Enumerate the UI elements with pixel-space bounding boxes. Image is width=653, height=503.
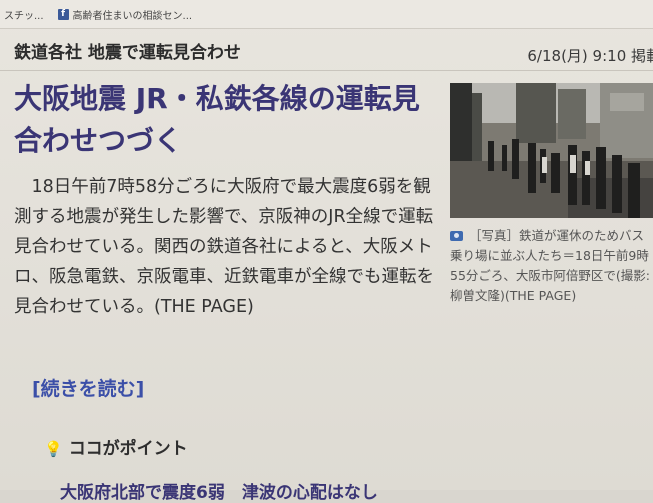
browser-screen: スチッ... f 高齢者住まいの相談セン... 鉄道各社 地震で運転見合わせ 6… <box>0 0 653 503</box>
bookmark-label: 高齢者住まいの相談セン... <box>72 10 193 22</box>
article-body: 18日午前7時58分ごろに大阪府で最大震度6弱を観測する地震が発生した影響で、京… <box>14 177 434 317</box>
camera-icon <box>450 231 463 241</box>
section-title: 鉄道各社 地震で運転見合わせ <box>14 43 241 63</box>
news-photo[interactable] <box>450 83 653 218</box>
point-section-title: 💡 ココがポイント <box>44 434 188 459</box>
read-more-link[interactable]: [続きを読む] <box>32 374 144 401</box>
photo-caption: ［写真］鉄道が運休のためバス乗り場に並ぶ人たち＝18日午前9時55分ごろ、大阪市… <box>450 226 650 306</box>
bookmark-item[interactable]: スチッ... <box>4 7 44 22</box>
point-item-link[interactable]: 大阪府北部で震度6弱 津波の心配はなし <box>60 478 378 503</box>
bookmark-label: スチッ... <box>4 10 44 22</box>
article-headline[interactable]: 大阪地震 JR・私鉄各線の運転見合わせつづく <box>14 78 434 162</box>
facebook-icon: f <box>57 8 69 20</box>
bookmarks-bar: スチッ... f 高齢者住まいの相談セン... <box>0 0 653 29</box>
lightbulb-icon: 💡 <box>44 440 63 458</box>
published-date: 6/18(月) 9:10 掲載 <box>527 47 653 65</box>
caption-text: ［写真］鉄道が運休のためバス乗り場に並ぶ人たち＝18日午前9時55分ごろ、大阪市… <box>450 228 650 303</box>
bookmark-item-facebook[interactable]: f 高齢者住まいの相談セン... <box>57 7 193 22</box>
point-title-text: ココがポイント <box>68 439 188 459</box>
photo-image <box>450 83 653 218</box>
article-header: 鉄道各社 地震で運転見合わせ 6/18(月) 9:10 掲載 <box>0 30 653 71</box>
